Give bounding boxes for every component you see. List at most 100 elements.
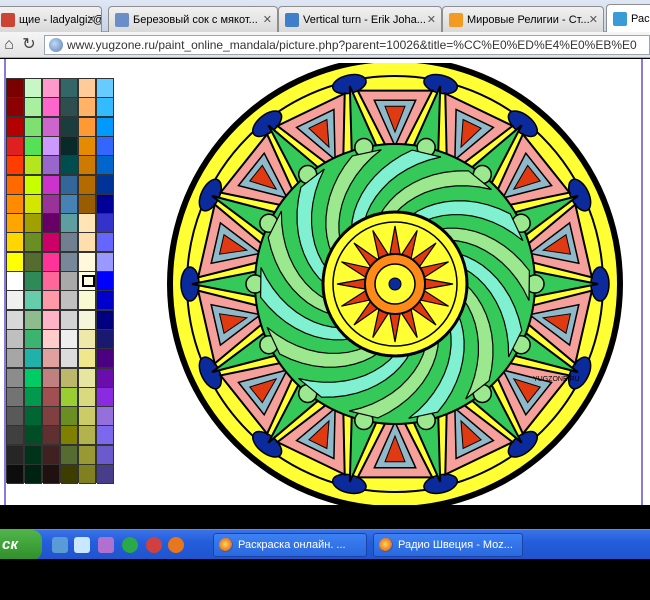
palette-swatch[interactable]: [61, 407, 78, 427]
palette-swatch[interactable]: [61, 252, 78, 272]
palette-swatch[interactable]: [25, 175, 42, 195]
palette-swatch[interactable]: [43, 329, 60, 349]
palette-swatch[interactable]: [61, 387, 78, 407]
palette-swatch[interactable]: [97, 79, 114, 98]
taskbar-button-coloring[interactable]: Раскраска онлайн. ...: [213, 533, 367, 557]
palette-swatch[interactable]: [61, 98, 78, 118]
palette-swatch[interactable]: [25, 291, 42, 311]
palette-swatch[interactable]: [25, 214, 42, 234]
palette-swatch[interactable]: [7, 156, 24, 176]
paint-quicklaunch-icon[interactable]: [98, 537, 114, 553]
palette-swatch[interactable]: [61, 291, 78, 311]
palette-swatch[interactable]: [79, 98, 96, 118]
palette-swatch[interactable]: [61, 310, 78, 330]
palette-swatch[interactable]: [7, 368, 24, 388]
palette-swatch[interactable]: [7, 272, 24, 291]
palette-swatch[interactable]: [25, 310, 42, 330]
palette-swatch[interactable]: [7, 349, 24, 369]
palette-swatch[interactable]: [61, 156, 78, 176]
tab-3[interactable]: Мировые Религии - Ст... ✕: [442, 6, 604, 32]
palette-swatch[interactable]: [61, 349, 78, 369]
palette-swatch[interactable]: [43, 310, 60, 330]
palette-swatch[interactable]: [25, 407, 42, 427]
palette-swatch[interactable]: [79, 233, 96, 253]
palette-swatch[interactable]: [7, 310, 24, 330]
mandala-canvas[interactable]: YUGZONE.RU: [155, 63, 635, 505]
palette-swatch[interactable]: [97, 445, 114, 465]
ie-quicklaunch-icon[interactable]: [52, 537, 68, 553]
firefox-quicklaunch-icon[interactable]: [168, 537, 184, 553]
palette-swatch[interactable]: [61, 214, 78, 234]
palette-swatch[interactable]: [61, 426, 78, 446]
palette-swatch[interactable]: [79, 79, 96, 98]
palette-swatch[interactable]: [79, 426, 96, 446]
palette-swatch[interactable]: [7, 407, 24, 427]
palette-swatch[interactable]: [25, 349, 42, 369]
close-tab-icon[interactable]: ✕: [589, 13, 598, 26]
palette-swatch[interactable]: [61, 272, 78, 291]
palette-swatch[interactable]: [7, 426, 24, 446]
palette-swatch[interactable]: [43, 426, 60, 446]
palette-swatch[interactable]: [7, 387, 24, 407]
palette-swatch[interactable]: [43, 368, 60, 388]
palette-swatch[interactable]: [25, 117, 42, 137]
opera-quicklaunch-icon[interactable]: [146, 537, 162, 553]
palette-swatch[interactable]: [97, 136, 114, 156]
palette-swatch[interactable]: [43, 194, 60, 214]
tab-4[interactable]: Рас: [606, 4, 650, 32]
palette-swatch[interactable]: [43, 407, 60, 427]
reload-icon[interactable]: ↻: [20, 36, 38, 54]
palette-swatch[interactable]: [61, 368, 78, 388]
palette-swatch[interactable]: [97, 214, 114, 234]
palette-swatch[interactable]: [79, 310, 96, 330]
palette-swatch[interactable]: [97, 310, 114, 330]
palette-swatch[interactable]: [97, 387, 114, 407]
tab-1[interactable]: Березовый сок с мякот... ✕: [108, 6, 278, 32]
palette-swatch[interactable]: [7, 117, 24, 137]
palette-swatch[interactable]: [79, 272, 96, 291]
palette-swatch[interactable]: [97, 252, 114, 272]
close-tab-icon[interactable]: ✕: [427, 13, 436, 26]
palette-swatch[interactable]: [61, 117, 78, 137]
palette-swatch[interactable]: [97, 329, 114, 349]
palette-swatch[interactable]: [79, 175, 96, 195]
palette-swatch[interactable]: [97, 194, 114, 214]
palette-swatch[interactable]: [43, 465, 60, 484]
palette-swatch[interactable]: [43, 291, 60, 311]
palette-swatch[interactable]: [61, 329, 78, 349]
palette-swatch[interactable]: [97, 407, 114, 427]
palette-swatch[interactable]: [79, 156, 96, 176]
home-icon[interactable]: ⌂: [0, 36, 18, 54]
palette-swatch[interactable]: [25, 233, 42, 253]
palette-swatch[interactable]: [97, 349, 114, 369]
palette-swatch[interactable]: [25, 272, 42, 291]
palette-swatch[interactable]: [61, 136, 78, 156]
palette-swatch[interactable]: [25, 98, 42, 118]
palette-swatch[interactable]: [43, 445, 60, 465]
palette-swatch[interactable]: [79, 329, 96, 349]
palette-swatch[interactable]: [25, 368, 42, 388]
palette-swatch[interactable]: [79, 368, 96, 388]
palette-swatch[interactable]: [43, 136, 60, 156]
palette-swatch[interactable]: [97, 117, 114, 137]
palette-swatch[interactable]: [43, 79, 60, 98]
palette-swatch[interactable]: [79, 349, 96, 369]
palette-swatch[interactable]: [97, 368, 114, 388]
tab-0[interactable]: щие - ladyalgiz@...✕: [0, 6, 102, 32]
palette-swatch[interactable]: [97, 291, 114, 311]
palette-swatch[interactable]: [61, 233, 78, 253]
tab-2[interactable]: Vertical turn - Erik Joha... ✕: [278, 6, 442, 32]
palette-swatch[interactable]: [97, 233, 114, 253]
close-tab-icon[interactable]: ✕: [87, 13, 96, 26]
desktop-quicklaunch-icon[interactable]: [74, 537, 90, 553]
palette-swatch[interactable]: [7, 98, 24, 118]
palette-swatch[interactable]: [43, 252, 60, 272]
palette-swatch[interactable]: [97, 98, 114, 118]
palette-swatch[interactable]: [61, 175, 78, 195]
palette-swatch[interactable]: [79, 214, 96, 234]
palette-swatch[interactable]: [79, 194, 96, 214]
palette-swatch[interactable]: [79, 407, 96, 427]
palette-swatch[interactable]: [7, 136, 24, 156]
palette-swatch[interactable]: [43, 233, 60, 253]
palette-swatch[interactable]: [79, 465, 96, 484]
